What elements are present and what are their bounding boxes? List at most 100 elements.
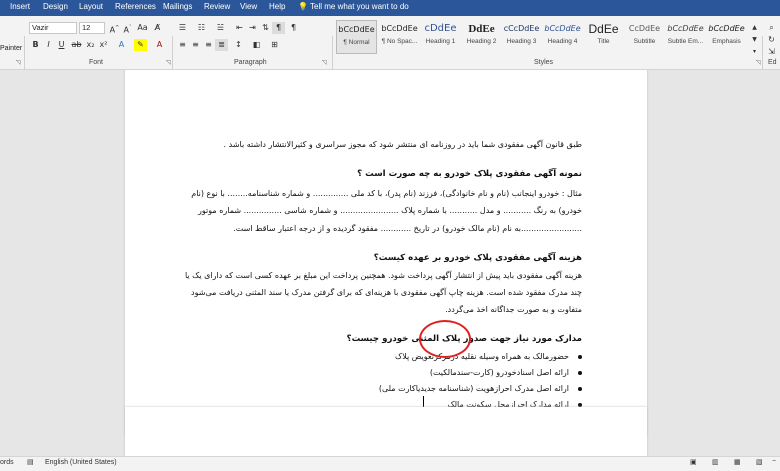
font-dialog-launcher-icon[interactable]: ◹ — [166, 59, 171, 66]
paragraph-group-label: Paragraph — [234, 59, 267, 66]
styles-scroll-up-icon[interactable]: ▲ — [748, 22, 761, 34]
highlight-icon[interactable]: ✎ — [134, 39, 147, 51]
align-center-icon[interactable]: ≡ — [189, 39, 202, 51]
list-item[interactable]: ارائه اصل مدرک احرازهویت (شناسنامه جدیدی… — [379, 384, 582, 393]
zoom-out-icon[interactable]: − — [772, 458, 776, 465]
separator — [762, 36, 763, 72]
print-layout-icon[interactable]: ▦ — [734, 458, 741, 466]
annotation-circle — [419, 320, 471, 358]
select-icon[interactable]: ⇲ — [765, 46, 778, 58]
body-line[interactable]: مثال : خودرو اینجانب (نام و نام خانوادگی… — [191, 189, 582, 198]
style-subtitle[interactable]: CcDdEe Subtitle — [624, 20, 665, 54]
format-painter-button[interactable]: Painter — [0, 45, 22, 52]
shading-icon[interactable]: ◧ — [250, 39, 263, 51]
bullet-icon — [578, 370, 582, 375]
read-mode-icon[interactable]: ▥ — [712, 458, 719, 466]
change-case-icon[interactable]: Aa — [136, 22, 149, 34]
style-normal[interactable]: bCcDdEe ¶ Normal — [336, 20, 377, 54]
bullets-icon[interactable]: ☰ — [176, 22, 189, 34]
styles-group-label: Styles — [534, 59, 554, 66]
font-size-box[interactable]: 12 — [79, 22, 105, 34]
font-name-box[interactable]: Vazir — [29, 22, 77, 34]
style-subtle-emphasis[interactable]: bCcDdEe Subtle Em... — [665, 20, 706, 54]
tab-mailings[interactable]: Mailings — [163, 2, 192, 11]
heading-cost[interactable]: هزینه آگهی مفقودی پلاک خودرو بر عهده کیس… — [374, 253, 582, 263]
separator — [24, 36, 25, 72]
style-heading-2[interactable]: DdEe Heading 2 — [461, 20, 502, 54]
underline-icon[interactable]: U — [55, 39, 68, 51]
list-item[interactable]: حضورمالک به همراه وسیله نقلیه درمرکزتعوی… — [395, 352, 582, 361]
grow-font-icon[interactable]: A^ — [108, 22, 121, 35]
body-line[interactable]: متفاوت و به صورت جداگانه اخذ می‌گردد. — [445, 305, 582, 314]
multilevel-list-icon[interactable]: ☱ — [214, 22, 227, 34]
rtl-direction-icon[interactable]: ¶ — [287, 22, 300, 34]
ribbon: Painter ◹ Vazir 12 A^ Aˇ Aa A̸ B I U ab … — [0, 16, 780, 72]
find-icon[interactable]: ⌕ — [765, 22, 778, 34]
tab-design[interactable]: Design — [43, 2, 68, 11]
font-color-icon[interactable]: A — [153, 39, 166, 51]
body-line[interactable]: خودرو) به رنگ ........... و مدل ........… — [198, 206, 582, 215]
bullet-icon — [578, 402, 582, 407]
text-cursor — [423, 396, 424, 407]
strikethrough-icon[interactable]: ab — [70, 39, 83, 51]
body-line[interactable]: هزینه آگهی مفقودی باید پیش از انتشار آگه… — [185, 271, 582, 280]
styles-dialog-launcher-icon[interactable]: ◹ — [756, 59, 761, 66]
tab-layout[interactable]: Layout — [79, 2, 103, 11]
tab-review[interactable]: Review — [204, 2, 230, 11]
style-heading-1[interactable]: cDdEe Heading 1 — [420, 20, 461, 54]
body-line[interactable]: طبق قانون آگهی مفقودی شما باید در روزنام… — [224, 140, 582, 149]
font-group-label: Font — [89, 59, 104, 66]
heading-sample-ad[interactable]: نمونه آگهی مفقودی پلاک خودرو به چه صورت … — [357, 169, 582, 179]
style-heading-3[interactable]: cCcDdEe Heading 3 — [501, 20, 542, 54]
bold-icon[interactable]: B — [29, 39, 42, 51]
body-line[interactable]: ........................به نام (نام مالک… — [233, 224, 582, 233]
style-no-spacing[interactable]: bCcDdEe ¶ No Spac... — [379, 20, 420, 54]
style-title[interactable]: DdEe Title — [583, 20, 624, 54]
status-bar: ords ▤ English (United States) ▣ ▥ ▦ ▧ − — [0, 456, 780, 471]
body-line[interactable]: چند مدرک مفقود شده است. هزینه چاپ آگهی م… — [191, 288, 582, 297]
align-left-icon[interactable]: ≡ — [176, 39, 189, 51]
tell-me-search[interactable]: Tell me what you want to do — [310, 2, 409, 11]
shrink-font-icon[interactable]: Aˇ — [121, 22, 134, 35]
tab-view[interactable]: View — [240, 2, 257, 11]
replace-icon[interactable]: ↻ — [765, 34, 778, 46]
menu-bar: Insert Design Layout References Mailings… — [0, 0, 780, 16]
document-page-1[interactable]: طبق قانون آگهی مفقودی شما باید در روزنام… — [125, 70, 647, 435]
justify-icon[interactable]: ≣ — [215, 39, 228, 51]
lightbulb-icon: 💡 — [298, 2, 308, 11]
editing-group-label: Ed — [768, 59, 777, 66]
line-spacing-icon[interactable]: ↕ — [232, 39, 245, 51]
bullet-icon — [578, 354, 582, 359]
paragraph-dialog-launcher-icon[interactable]: ◹ — [322, 59, 327, 66]
web-layout-icon[interactable]: ▧ — [756, 458, 763, 466]
tab-help[interactable]: Help — [269, 2, 285, 11]
proofing-icon[interactable]: ▤ — [27, 458, 34, 466]
tab-insert[interactable]: Insert — [10, 2, 30, 11]
subscript-icon[interactable]: x₂ — [84, 39, 97, 51]
style-heading-4[interactable]: bCcDdEe Heading 4 — [542, 20, 583, 54]
language-indicator[interactable]: English (United States) — [45, 459, 117, 466]
sort-icon[interactable]: ⇅ — [259, 22, 272, 34]
list-item[interactable]: ارائه اصل اسنادخودرو (کارت-سندمالکیت) — [430, 368, 582, 377]
style-emphasis[interactable]: bCcDdEe Emphasis — [706, 20, 747, 54]
clear-formatting-icon[interactable]: A̸ — [151, 22, 164, 34]
styles-scroll-down-icon[interactable]: ▼ — [748, 34, 761, 46]
increase-indent-icon[interactable]: ⇥ — [246, 22, 259, 34]
text-effects-icon[interactable]: A — [115, 39, 128, 51]
superscript-icon[interactable]: x² — [97, 39, 110, 51]
italic-icon[interactable]: I — [42, 39, 55, 51]
document-page-2[interactable] — [125, 407, 647, 456]
clipboard-dialog-launcher-icon[interactable]: ◹ — [16, 59, 21, 66]
focus-mode-icon[interactable]: ▣ — [690, 458, 697, 466]
show-formatting-icon[interactable]: ¶ — [272, 22, 285, 34]
styles-more-icon[interactable]: ▾ — [748, 46, 761, 58]
borders-icon[interactable]: ⊞ — [268, 39, 281, 51]
decrease-indent-icon[interactable]: ⇤ — [233, 22, 246, 34]
separator — [332, 36, 333, 72]
document-area[interactable]: طبق قانون آگهی مفقودی شما باید در روزنام… — [0, 70, 780, 456]
word-count[interactable]: ords — [0, 459, 14, 466]
tab-references[interactable]: References — [115, 2, 156, 11]
numbering-icon[interactable]: ☷ — [195, 22, 208, 34]
separator — [172, 36, 173, 72]
align-right-icon[interactable]: ≡ — [202, 39, 215, 51]
